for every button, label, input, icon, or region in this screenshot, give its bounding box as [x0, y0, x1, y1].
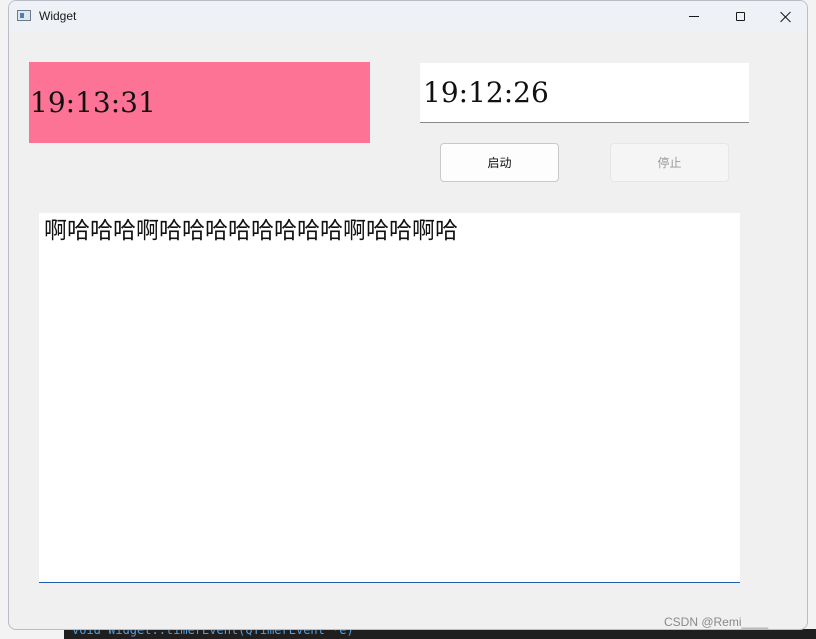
- text-edit[interactable]: 啊哈哈哈啊哈哈哈哈哈哈哈哈啊哈哈啊哈: [39, 213, 740, 583]
- stop-button[interactable]: 停止: [610, 143, 729, 182]
- maximize-button[interactable]: [717, 1, 763, 32]
- widget-window: Widget 19:13:31 启动 停止 啊哈哈哈啊哈哈哈哈哈哈哈哈啊哈哈啊哈: [8, 0, 808, 630]
- maximize-icon: [735, 12, 745, 21]
- minimize-icon: [689, 16, 699, 17]
- title-bar[interactable]: Widget: [9, 1, 807, 32]
- start-button[interactable]: 启动: [440, 143, 559, 182]
- window-title: Widget: [39, 9, 77, 23]
- app-window-icon: [17, 10, 31, 21]
- background-code-line: void Widget::timerEvent(QTimerEvent *e): [72, 629, 354, 637]
- time-line-edit[interactable]: [420, 63, 749, 123]
- close-icon: [780, 11, 792, 23]
- clock-label: 19:13:31: [29, 62, 370, 143]
- screen: void Widget::timerEvent(QTimerEvent *e) …: [0, 0, 816, 639]
- close-button[interactable]: [763, 1, 807, 32]
- watermark: CSDN @Remi____: [664, 615, 769, 629]
- minimize-button[interactable]: [671, 1, 717, 32]
- background-code-editor: void Widget::timerEvent(QTimerEvent *e): [64, 629, 816, 639]
